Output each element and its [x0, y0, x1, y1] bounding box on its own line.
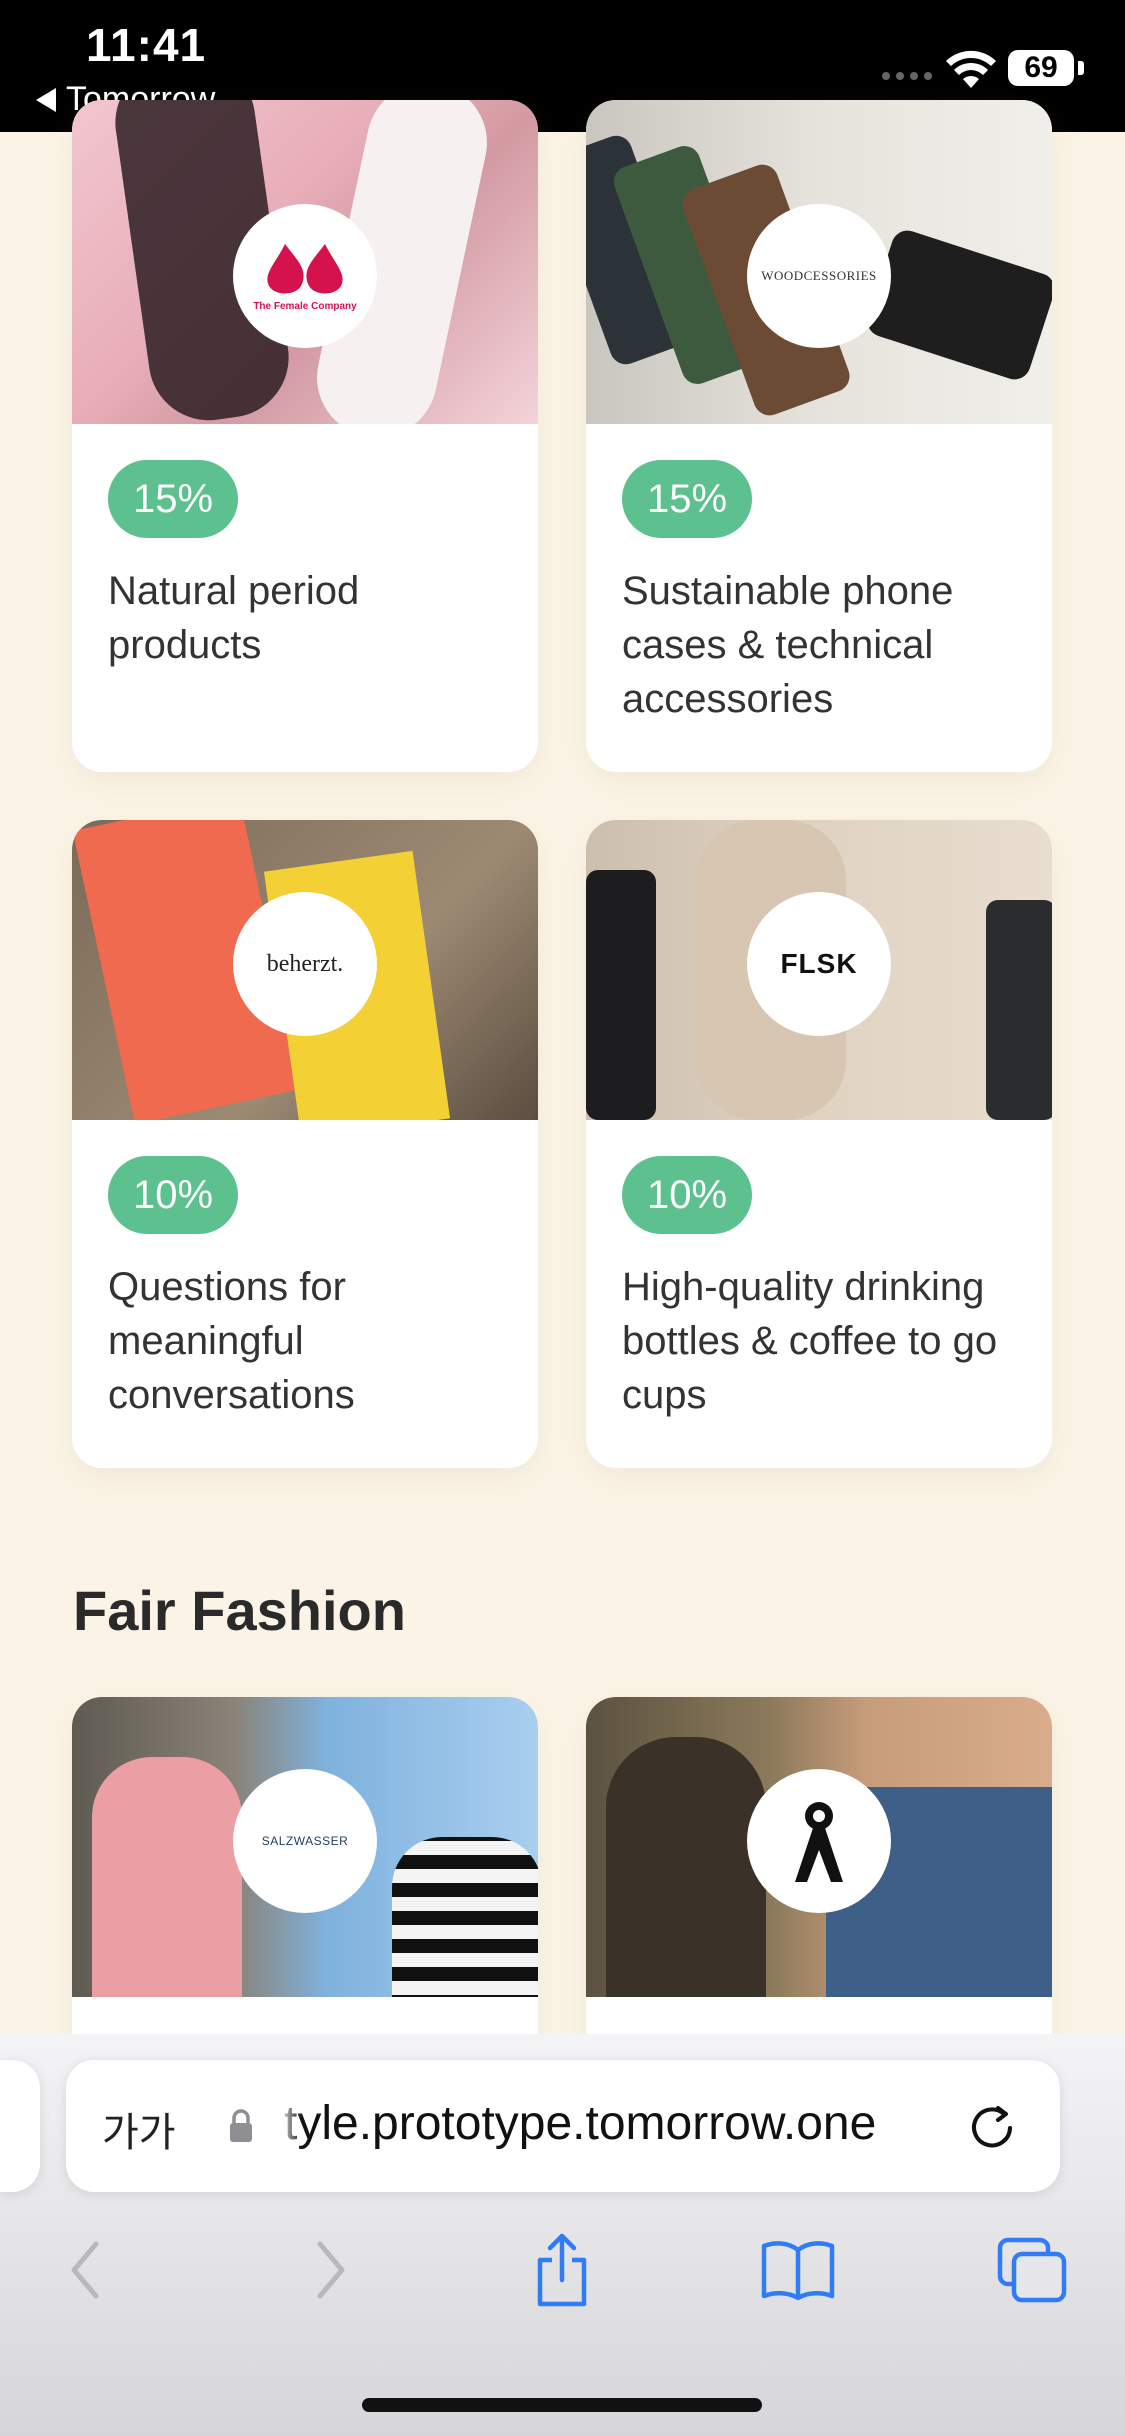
card-image: FLSK [586, 820, 1052, 1120]
discount-badge: 10% [622, 1156, 752, 1234]
card-description: Questions for meaningful conversations [108, 1265, 355, 1417]
partner-card-woodcessories[interactable]: WOODCESSORIES 15% Sustainable phone case… [586, 100, 1052, 772]
keyhole-logo-icon [795, 1802, 843, 1882]
female-company-logo-icon [267, 244, 343, 294]
battery-nub [1078, 61, 1084, 75]
brand-logo: WOODCESSORIES [747, 204, 891, 348]
brand-logo: FLSK [747, 892, 891, 1036]
image-shape [863, 226, 1052, 384]
book-icon [761, 2241, 835, 2301]
url-fade [278, 2090, 302, 2160]
status-time: 11:41 [86, 19, 207, 71]
chevron-left-icon [71, 2241, 99, 2299]
battery-indicator: 69 [1008, 50, 1074, 86]
brand-logo-text: WOODCESSORIES [761, 268, 877, 283]
share-button[interactable] [522, 2230, 602, 2310]
brand-logo: A [747, 1769, 891, 1913]
card-image: The Female Company [72, 100, 538, 424]
bookmarks-button[interactable] [758, 2230, 838, 2310]
card-description: Sustainable phone cases & technical acce… [622, 569, 954, 721]
home-indicator [362, 2398, 762, 2412]
previous-tab-edge[interactable] [0, 2060, 40, 2192]
address-bar[interactable]: 가가 tyle.prototype.tomorrow.one [66, 2060, 1060, 2192]
brand-logo: beherzt. [233, 892, 377, 1036]
partner-card-flsk[interactable]: FLSK 10% High-quality drinking bottles &… [586, 820, 1052, 1468]
image-shape [392, 1837, 538, 1997]
tabs-button[interactable] [992, 2230, 1072, 2310]
brand-logo: SALZWASSER [233, 1769, 377, 1913]
discount-badge: 10% [108, 1156, 238, 1234]
tabs-icon [997, 2237, 1067, 2303]
card-description: High-quality drinking bottles & coffee t… [622, 1265, 998, 1417]
chevron-right-icon [317, 2241, 345, 2299]
url-text[interactable]: tyle.prototype.tomorrow.one [284, 2096, 876, 2151]
image-shape [586, 870, 656, 1120]
partner-card-female-company[interactable]: The Female Company 15% Natural period pr… [72, 100, 538, 772]
partner-card-beherzt[interactable]: beherzt. 10% Questions for meaningful co… [72, 820, 538, 1468]
brand-logo: The Female Company [233, 204, 377, 348]
card-image: beherzt. [72, 820, 538, 1120]
card-image: WOODCESSORIES [586, 100, 1052, 424]
image-shape [986, 900, 1052, 1120]
brand-logo-text: beherzt. [266, 950, 344, 977]
discount-badge: 15% [108, 460, 238, 538]
lock-icon [230, 2109, 252, 2142]
section-title: Fair Fashion [73, 1579, 406, 1642]
brand-logo-text: FLSK [780, 948, 858, 979]
brand-logo-text: SALZWASSER [261, 1834, 349, 1848]
forward-button[interactable] [290, 2230, 370, 2310]
back-button[interactable] [46, 2230, 126, 2310]
share-icon [537, 2233, 587, 2307]
text-size-button[interactable]: 가가 [102, 2100, 176, 2158]
wifi-icon [946, 50, 996, 88]
back-triangle-icon [36, 87, 56, 112]
image-shape [606, 1737, 766, 1997]
reload-icon[interactable] [964, 2098, 1020, 2154]
cellular-signal-icon [882, 72, 932, 80]
discount-badge: 15% [622, 460, 752, 538]
card-image: A [586, 1697, 1052, 1997]
image-shape [92, 1757, 242, 1997]
brand-logo-text: The Female Company [253, 301, 357, 312]
card-image: SALZWASSER [72, 1697, 538, 1997]
card-description: Natural period products [108, 569, 360, 667]
